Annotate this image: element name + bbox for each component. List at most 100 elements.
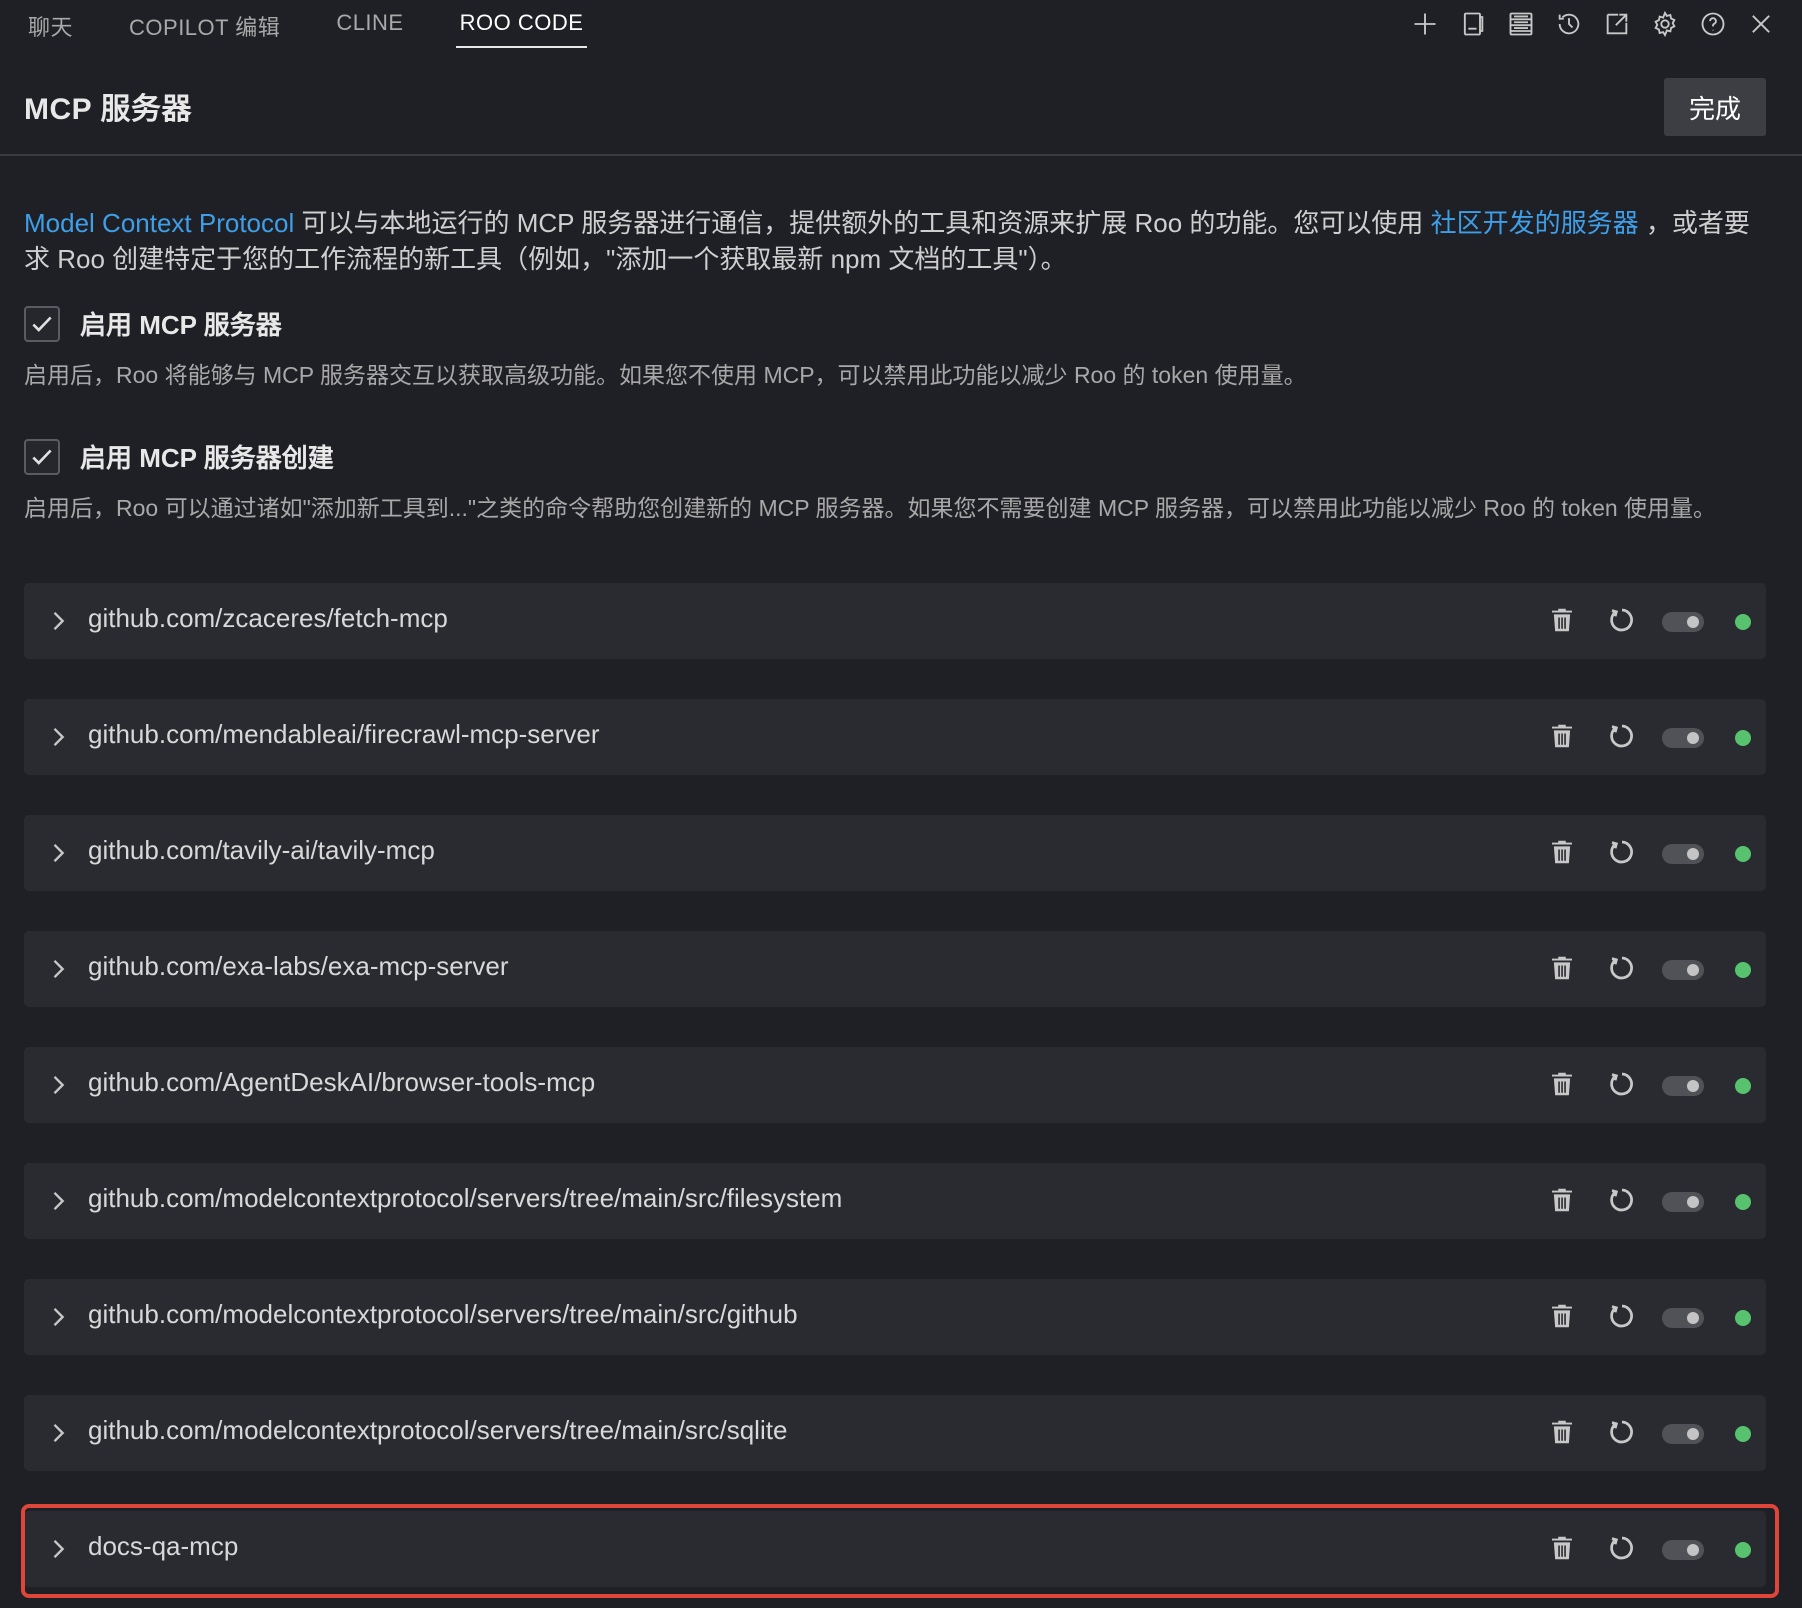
server-name: github.com/tavily-ai/tavily-mcp xyxy=(88,835,435,865)
toggle-knob xyxy=(1687,1080,1699,1092)
server-enabled-toggle[interactable] xyxy=(1662,844,1704,864)
server-enabled-toggle[interactable] xyxy=(1662,960,1704,980)
server-name: github.com/modelcontextprotocol/servers/… xyxy=(88,1183,843,1213)
tab-copilot-edits[interactable]: COPILOT 编辑 xyxy=(125,0,284,48)
history-icon[interactable] xyxy=(1554,9,1584,39)
gear-icon[interactable] xyxy=(1650,9,1680,39)
chevron-right-icon[interactable] xyxy=(44,607,72,635)
trash-icon[interactable] xyxy=(1547,1185,1577,1215)
server-enabled-toggle[interactable] xyxy=(1662,1192,1704,1212)
server-row: github.com/AgentDeskAI/browser-tools-mcp xyxy=(24,1047,1766,1123)
toggle-knob xyxy=(1687,1544,1699,1556)
restart-icon[interactable] xyxy=(1607,1069,1637,1099)
trash-icon[interactable] xyxy=(1547,1301,1577,1331)
tab-cline[interactable]: CLINE xyxy=(332,0,407,48)
chevron-right-icon[interactable] xyxy=(44,1187,72,1215)
toggle-knob xyxy=(1687,616,1699,628)
tab-strip: 聊天 COPILOT 编辑 CLINE ROO CODE xyxy=(0,0,635,50)
chevron-right-icon[interactable] xyxy=(44,955,72,983)
toggle-knob xyxy=(1687,964,1699,976)
done-button[interactable]: 完成 xyxy=(1664,78,1766,136)
popout-icon[interactable] xyxy=(1602,9,1632,39)
trash-icon[interactable] xyxy=(1547,1417,1577,1447)
restart-icon[interactable] xyxy=(1607,1301,1637,1331)
panel-header: MCP 服务器 完成 xyxy=(0,70,1802,156)
status-dot xyxy=(1735,962,1751,978)
toggle-knob xyxy=(1687,848,1699,860)
restart-icon[interactable] xyxy=(1607,953,1637,983)
status-dot xyxy=(1735,1426,1751,1442)
trash-icon[interactable] xyxy=(1547,1069,1577,1099)
trash-icon[interactable] xyxy=(1547,953,1577,983)
trash-icon[interactable] xyxy=(1547,721,1577,751)
toggle-knob xyxy=(1687,1196,1699,1208)
server-enabled-toggle[interactable] xyxy=(1662,612,1704,632)
plus-icon[interactable] xyxy=(1410,9,1440,39)
server-row: github.com/modelcontextprotocol/servers/… xyxy=(24,1395,1766,1471)
restart-icon[interactable] xyxy=(1607,1185,1637,1215)
server-row: github.com/zcaceres/fetch-mcp xyxy=(24,583,1766,659)
toggle-knob xyxy=(1687,1312,1699,1324)
enable-mcp-creation-label: 启用 MCP 服务器创建 xyxy=(80,443,334,473)
chevron-right-icon[interactable] xyxy=(44,1071,72,1099)
trash-icon[interactable] xyxy=(1547,837,1577,867)
enable-mcp-description: 启用后，Roo 将能够与 MCP 服务器交互以获取高级功能。如果您不使用 MCP… xyxy=(24,362,1307,388)
status-dot xyxy=(1735,614,1751,630)
page-title: MCP 服务器 xyxy=(24,93,192,126)
chevron-right-icon[interactable] xyxy=(44,1535,72,1563)
checkmark-icon xyxy=(32,316,52,332)
chevron-right-icon[interactable] xyxy=(44,1303,72,1331)
toggle-knob xyxy=(1687,732,1699,744)
toggle-knob xyxy=(1687,1428,1699,1440)
restart-icon[interactable] xyxy=(1607,837,1637,867)
server-enabled-toggle[interactable] xyxy=(1662,1076,1704,1096)
restart-icon[interactable] xyxy=(1607,721,1637,751)
status-dot xyxy=(1735,1194,1751,1210)
status-dot xyxy=(1735,1542,1751,1558)
server-row: docs-qa-mcp xyxy=(24,1511,1766,1587)
checkmark-icon xyxy=(32,449,52,465)
server-row: github.com/modelcontextprotocol/servers/… xyxy=(24,1279,1766,1355)
server-stack-icon[interactable] xyxy=(1506,9,1536,39)
server-row: github.com/tavily-ai/tavily-mcp xyxy=(24,815,1766,891)
panel-icon[interactable] xyxy=(1458,9,1488,39)
chevron-right-icon[interactable] xyxy=(44,723,72,751)
tab-chat[interactable]: 聊天 xyxy=(24,0,77,48)
trash-icon[interactable] xyxy=(1547,1533,1577,1563)
server-enabled-toggle[interactable] xyxy=(1662,728,1704,748)
trash-icon[interactable] xyxy=(1547,605,1577,635)
server-enabled-toggle[interactable] xyxy=(1662,1424,1704,1444)
top-bar: 聊天 COPILOT 编辑 CLINE ROO CODE xyxy=(0,0,1802,50)
enable-mcp-creation-checkbox[interactable] xyxy=(24,438,60,475)
server-name: github.com/zcaceres/fetch-mcp xyxy=(88,603,448,633)
tab-roo-code[interactable]: ROO CODE xyxy=(455,0,588,48)
chevron-right-icon[interactable] xyxy=(44,839,72,867)
status-dot xyxy=(1735,1310,1751,1326)
status-dot xyxy=(1735,846,1751,862)
server-row: github.com/mendableai/firecrawl-mcp-serv… xyxy=(24,699,1766,775)
restart-icon[interactable] xyxy=(1607,1533,1637,1563)
enable-mcp-creation-description: 启用后，Roo 可以通过诸如"添加新工具到..."之类的命令帮助您创建新的 MC… xyxy=(24,495,1717,521)
server-name: github.com/exa-labs/exa-mcp-server xyxy=(88,951,509,981)
community-servers-link[interactable]: 社区开发的服务器 xyxy=(1431,208,1639,238)
server-name: github.com/modelcontextprotocol/servers/… xyxy=(88,1299,798,1329)
chevron-right-icon[interactable] xyxy=(44,1419,72,1447)
server-row: github.com/exa-labs/exa-mcp-server xyxy=(24,931,1766,1007)
restart-icon[interactable] xyxy=(1607,605,1637,635)
close-icon[interactable] xyxy=(1746,9,1776,39)
server-row: github.com/modelcontextprotocol/servers/… xyxy=(24,1163,1766,1239)
server-name: github.com/AgentDeskAI/browser-tools-mcp xyxy=(88,1067,596,1097)
status-dot xyxy=(1735,1078,1751,1094)
restart-icon[interactable] xyxy=(1607,1417,1637,1447)
server-enabled-toggle[interactable] xyxy=(1662,1308,1704,1328)
enable-mcp-checkbox[interactable] xyxy=(24,305,60,342)
help-icon[interactable] xyxy=(1698,9,1728,39)
toolbar xyxy=(1410,4,1776,44)
enable-mcp-creation-option: 启用 MCP 服务器创建 xyxy=(24,438,334,475)
mcp-protocol-link[interactable]: Model Context Protocol xyxy=(24,208,294,238)
intro-text-part1: 可以与本地运行的 MCP 服务器进行通信，提供额外的工具和资源来扩展 Roo 的… xyxy=(294,208,1431,238)
server-enabled-toggle[interactable] xyxy=(1662,1540,1704,1560)
enable-mcp-label: 启用 MCP 服务器 xyxy=(80,310,282,340)
status-dot xyxy=(1735,730,1751,746)
intro-text: Model Context Protocol 可以与本地运行的 MCP 服务器进… xyxy=(24,205,1764,277)
